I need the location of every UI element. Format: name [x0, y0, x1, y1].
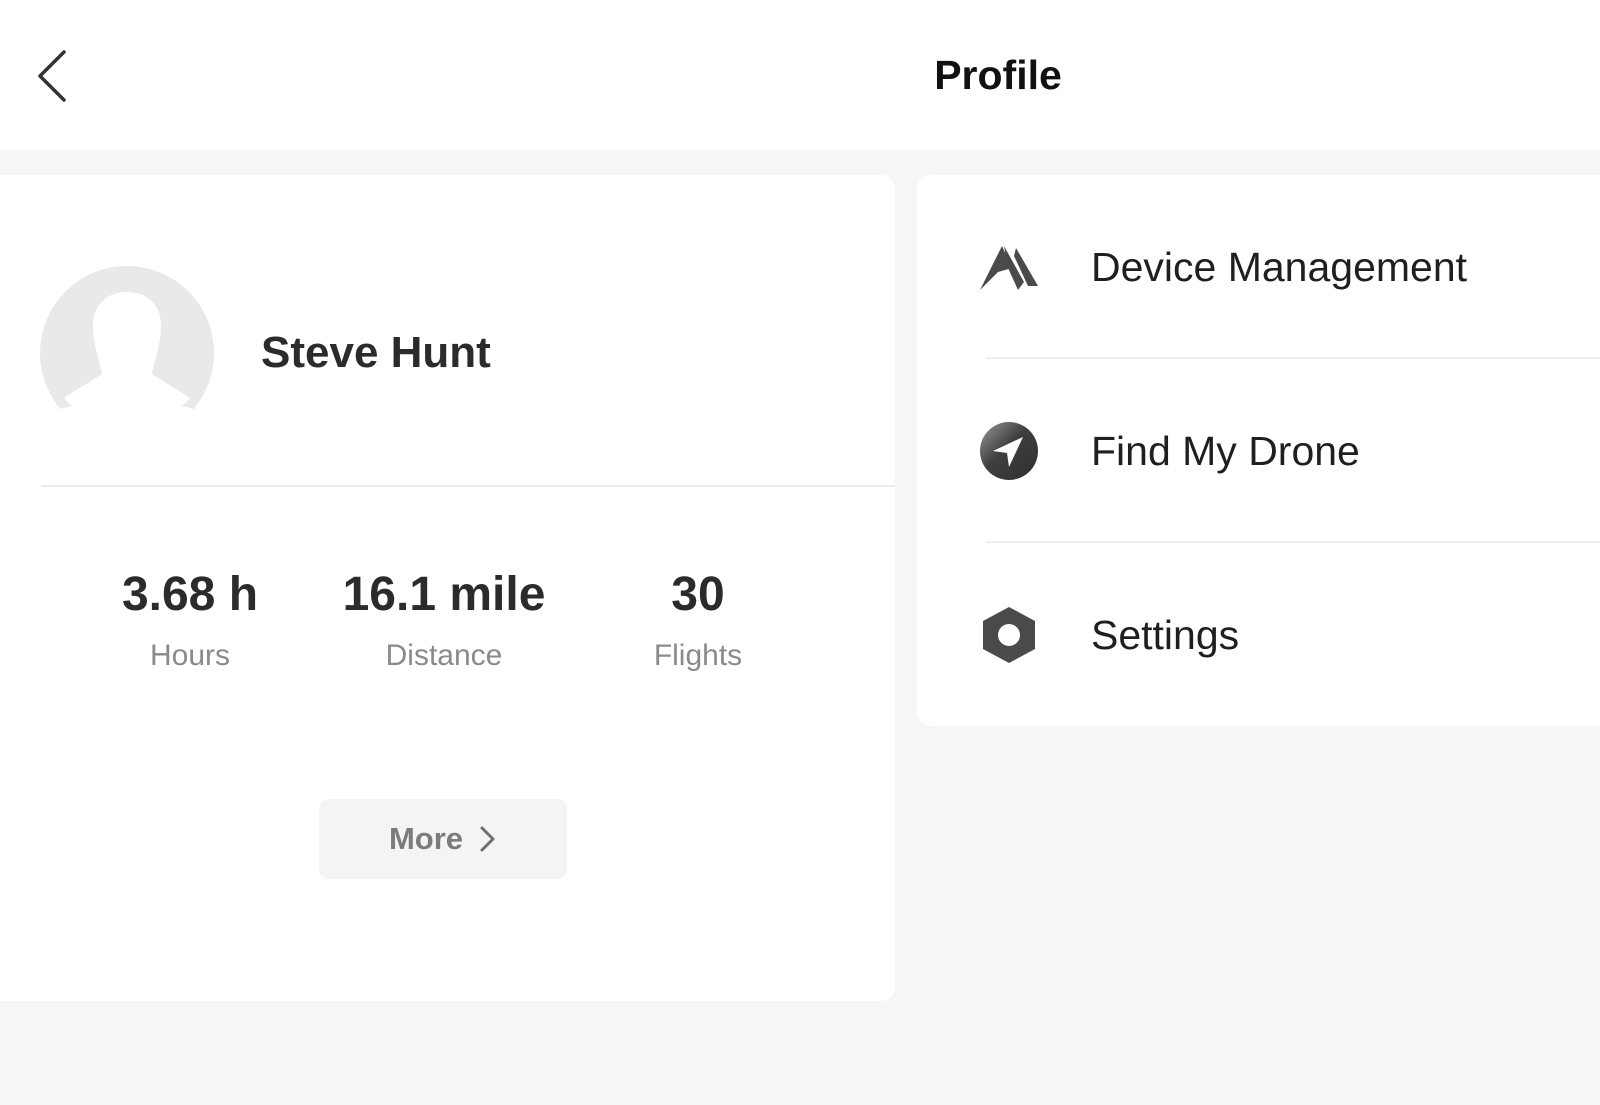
stat-label: Distance: [385, 639, 503, 672]
stat-flights: 30 Flights: [573, 565, 823, 675]
chevron-right-icon: [480, 826, 495, 852]
stat-label: Hours: [149, 639, 231, 672]
menu-item-label: Settings: [1091, 612, 1240, 658]
menu-item-label: Find My Drone: [1091, 428, 1360, 474]
stat-value: 30: [671, 568, 725, 621]
menu-item-device-management[interactable]: Device Management: [917, 175, 1600, 359]
stat-hours: 3.68 h Hours: [65, 565, 315, 675]
menu-card: Device Management Find My Drone Settings: [917, 175, 1600, 726]
menu-item-find-my-drone[interactable]: Find My Drone: [917, 359, 1600, 543]
compass-icon: [977, 419, 1041, 483]
device-icon: [977, 235, 1041, 299]
avatar[interactable]: [40, 266, 214, 440]
menu-item-label: Device Management: [1091, 244, 1468, 290]
stat-value: 16.1 mile: [342, 568, 546, 621]
divider: [41, 485, 895, 487]
page-title: Profile: [934, 52, 1062, 98]
more-button[interactable]: More: [319, 799, 567, 879]
menu-item-settings[interactable]: Settings: [917, 543, 1600, 727]
settings-hex-icon: [977, 603, 1041, 667]
stat-value: 3.68 h: [121, 568, 259, 621]
stat-label: Flights: [653, 639, 743, 672]
stat-distance: 16.1 mile Distance: [319, 565, 569, 675]
header-bar: Profile: [0, 0, 1600, 150]
profile-card: Steve Hunt 3.68 h Hours 16.1 mile Distan…: [0, 175, 895, 1001]
user-avatar-placeholder-icon: [40, 266, 214, 440]
user-name: Steve Hunt: [261, 328, 491, 377]
more-label: More: [388, 821, 464, 856]
